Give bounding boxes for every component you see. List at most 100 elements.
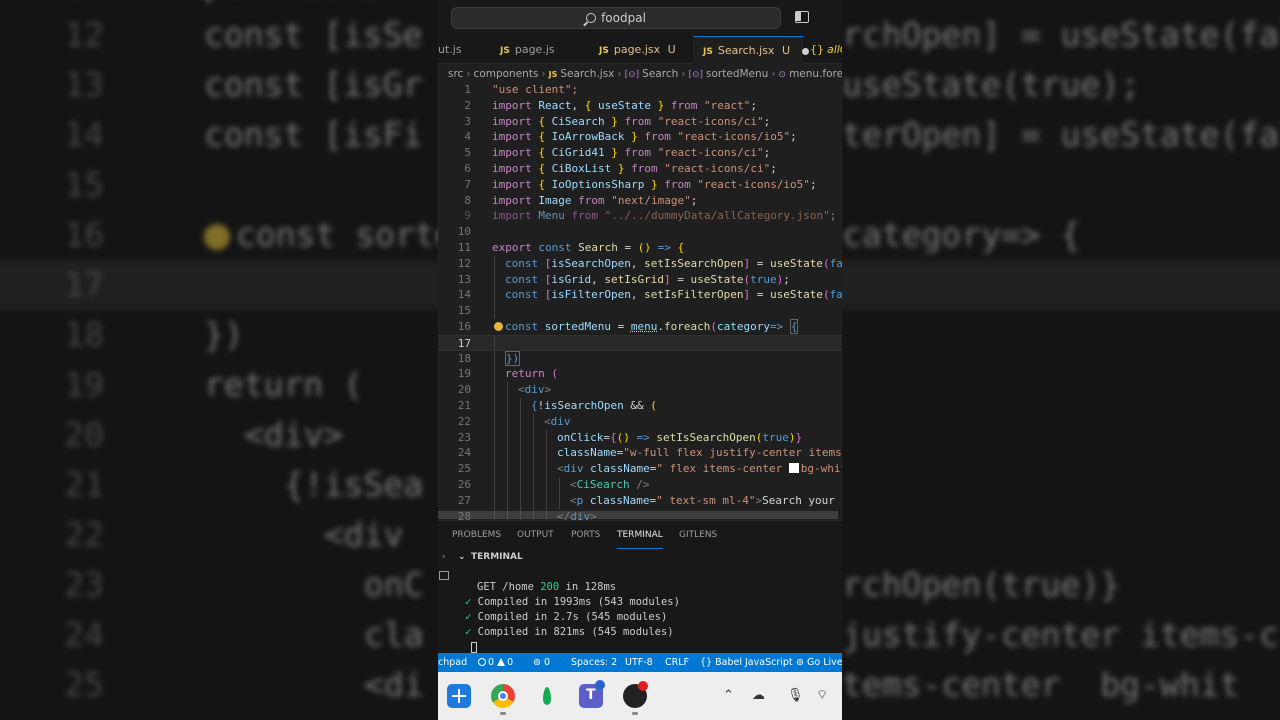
check-icon: ✓ (465, 596, 472, 608)
line-number: 23 (457, 430, 471, 444)
line-number: 20 (457, 383, 471, 397)
tab-search-jsx[interactable]: JS Search.jsx U (693, 36, 809, 64)
code-text: import Image from "next/image"; (492, 193, 698, 207)
tab-gitlens[interactable]: GITLENS (679, 521, 717, 549)
tab-page-js[interactable]: JS page.js (500, 36, 555, 64)
line-number: 10 (457, 225, 471, 239)
breadcrumb: src › components › JS Search.jsx › [⊙] Search › [⊙… (448, 64, 842, 84)
tab-output[interactable]: OUTPUT (517, 521, 554, 549)
code-line: 27 <p className=" text-sm ml-4">Search yo… (438, 492, 842, 509)
javascript-file-icon: JS (703, 47, 713, 57)
line-number: 3 (464, 114, 471, 128)
broadcast-icon: ⊚ (533, 657, 541, 668)
code-line: 2 import React, { useState } from "react"… (438, 98, 842, 114)
code-line: 3 import { CiSearch } from "react-icons/c… (438, 114, 842, 130)
microphone-icon[interactable]: 🎙 (787, 672, 804, 720)
symbol-variable-icon: [⊙] (688, 70, 704, 80)
code-line: 20 <div> (438, 382, 842, 398)
tab-label: allC (827, 43, 842, 56)
code-text: const sortedMenu = menu.foreach(category… (494, 318, 799, 335)
breadcrumb-file[interactable]: Search.jsx (560, 68, 614, 80)
github-desktop-icon[interactable] (623, 681, 648, 708)
line-number: 26 (457, 477, 471, 491)
tab-ports[interactable]: PORTS (571, 521, 600, 549)
code-text: onClick={() => setIsSearchOpen(true)} (557, 430, 803, 444)
onedrive-icon[interactable]: ☁ (752, 672, 765, 720)
windows-start-icon[interactable] (447, 684, 471, 708)
chevron-right-icon: › (681, 68, 686, 80)
lightbulb-icon[interactable] (494, 321, 503, 331)
code-text: }) (505, 350, 521, 366)
status-go-live[interactable]: ⊚ Go Live (796, 653, 842, 672)
search-icon (586, 13, 597, 23)
chrome-icon[interactable] (491, 684, 515, 708)
status-ports[interactable]: ⊚ 0 (533, 653, 550, 672)
code-line: 4 import { IoArrowBack } from "react-icon… (438, 129, 842, 145)
terminal-icon[interactable] (439, 571, 449, 580)
tab-ut-js[interactable]: ut.js (438, 36, 490, 64)
chevron-up-icon[interactable]: ⌃ (723, 672, 734, 720)
terminal-line: ✓ Compiled in 821ms (545 modules) (465, 626, 674, 638)
unsaved-dot-icon[interactable] (801, 47, 809, 55)
terminal-line: ✓ Compiled in 2.7s (545 modules) (465, 611, 668, 623)
horizontal-scrollbar[interactable] (438, 511, 838, 519)
tab-label: page.jsx (613, 43, 661, 56)
code-line: 18}) (438, 350, 842, 367)
error-icon (478, 658, 486, 666)
chevron-right-icon: › (442, 552, 446, 562)
code-line: 8 import Image from "next/image"; (438, 193, 842, 209)
code-text: import { IoArrowBack } from "react-icons… (492, 130, 797, 144)
code-line: 22 <div (438, 413, 842, 430)
bottom-panel: PROBLEMS OUTPUT PORTS TERMINAL GITLENS ›… (438, 520, 842, 653)
teams-icon[interactable] (579, 680, 605, 708)
code-text: return ( (505, 367, 558, 381)
code-text: {!isSearchOpen && ( (531, 398, 657, 412)
line-number: 14 (457, 288, 471, 302)
terminal-output[interactable]: GET /home 200 in 128ms ✓ Compiled in 199… (465, 580, 680, 655)
line-number: 13 (457, 272, 471, 286)
code-editor[interactable]: 1 "use client"; 2 import React, { useState… (438, 82, 842, 520)
mongodb-compass-icon[interactable] (535, 684, 559, 708)
code-line: 6 import { CiBoxList } from "react-icons/… (438, 161, 842, 177)
command-center-search[interactable]: foodpal (451, 7, 781, 29)
breadcrumb-foreach[interactable]: menu.forea (789, 68, 842, 80)
toggle-sidebar-icon[interactable] (795, 11, 809, 23)
line-number: 7 (464, 177, 471, 191)
code-text: <CiSearch /> (570, 477, 650, 491)
tab-terminal[interactable]: TERMINAL (617, 521, 663, 549)
line-number: 18 (457, 351, 471, 365)
code-text: className="w-full flex justify-center it… (557, 446, 842, 460)
line-number: 16 (457, 319, 471, 333)
breadcrumb-sortedmenu[interactable]: sortedMenu (706, 68, 768, 80)
title-bar: foodpal (438, 0, 842, 653)
untracked-indicator: U (781, 44, 790, 57)
status-indentation[interactable]: Spaces: 2 (571, 653, 617, 672)
tab-page-jsx[interactable]: JS page.jsx U (599, 36, 676, 64)
status-encoding[interactable]: UTF-8 (625, 653, 653, 672)
terminal-line: GET /home 200 in 128ms (477, 581, 617, 593)
breadcrumb-search[interactable]: Search (642, 68, 678, 80)
tab-allcategory-json[interactable]: {}allC (810, 36, 842, 64)
status-language[interactable]: {} Babel JavaScript (700, 653, 793, 672)
tab-problems[interactable]: PROBLEMS (452, 521, 501, 549)
code-line-current: 17 (438, 334, 842, 351)
terminal-section-header[interactable]: › ⌄ TERMINAL (438, 549, 842, 565)
line-number: 1 (464, 83, 471, 96)
breadcrumb-components[interactable]: components (474, 68, 539, 80)
tab-label: Search.jsx (717, 44, 775, 57)
line-number: 12 (457, 256, 471, 270)
code-text: <div (544, 414, 571, 428)
lightbulb-icon (204, 223, 230, 250)
breadcrumb-src[interactable]: src (448, 68, 463, 80)
wifi-icon[interactable]: ⌔ (816, 672, 828, 720)
line-number: 5 (464, 146, 471, 160)
code-line: 15 (438, 303, 842, 319)
line-number: 15 (457, 304, 471, 318)
status-problems[interactable]: 0 0 (478, 653, 513, 672)
code-text: import { CiBoxList } from "react-icons/c… (492, 161, 777, 175)
status-eol[interactable]: CRLF (665, 653, 689, 672)
code-line: 9 import Menu from "../../dummyData/allCa… (438, 208, 842, 224)
status-branch[interactable]: chpad (438, 653, 467, 672)
code-line: 26 <CiSearch /> (438, 476, 842, 493)
broadcast-icon: ⊚ (796, 657, 804, 668)
